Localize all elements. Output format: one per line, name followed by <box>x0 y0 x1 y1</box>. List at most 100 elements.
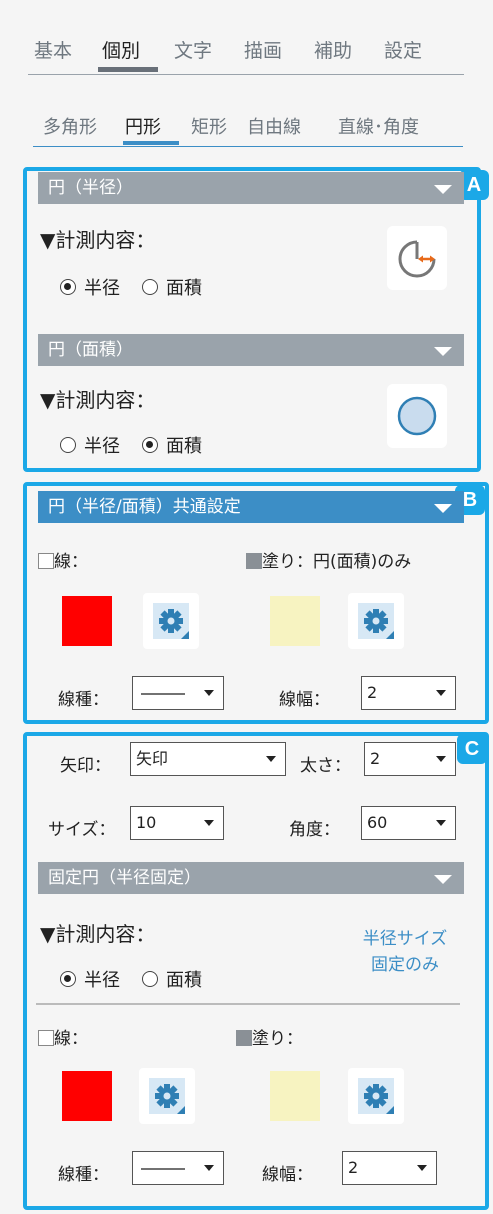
line-option[interactable]: 線： <box>38 547 88 572</box>
main-tab-bar: 基本 個別 文字 描画 補助 設定 <box>28 30 464 75</box>
fixed-line-width-label: 線幅： <box>262 1165 313 1185</box>
note-line-1: 半径サイズ <box>362 929 448 949</box>
gear-icon <box>358 1078 394 1114</box>
circle-radius-icon[interactable] <box>387 226 447 290</box>
subtab-polygon[interactable]: 多角形 <box>43 113 97 139</box>
thickness-label: 太さ： <box>300 756 351 776</box>
size-label: サイズ： <box>48 820 116 840</box>
chevron-down-icon <box>266 756 276 762</box>
radio-radius-selected[interactable] <box>60 971 76 987</box>
line-label: 線： <box>54 1029 88 1049</box>
fixed-circle-title: 固定円（半径固定） <box>48 868 201 888</box>
angle-value: 60 <box>367 813 388 832</box>
area-measure-options: 半径 面積 <box>60 432 202 458</box>
line-width-label: 線幅： <box>279 690 330 710</box>
radio-label-radius: 半径 <box>84 278 120 299</box>
area-measure-title: ▼計測内容： <box>40 388 156 412</box>
radius-panel-header[interactable]: 円（半径） <box>38 172 464 204</box>
tab-settings[interactable]: 設定 <box>384 36 422 63</box>
radio-radius-selected[interactable] <box>60 279 76 295</box>
radio-area-selected[interactable] <box>142 437 158 453</box>
fill-settings-button[interactable] <box>348 593 404 649</box>
line-width-dropdown[interactable]: 2 <box>361 676 456 710</box>
line-checkbox[interactable] <box>38 1030 54 1046</box>
line-type-dropdown[interactable] <box>132 676 224 710</box>
subtab-circle[interactable]: 円形 <box>125 113 161 139</box>
fill-checkbox[interactable] <box>246 553 262 569</box>
area-panel-header[interactable]: 円（面積） <box>38 334 464 366</box>
arrow-value: 矢印 <box>136 749 169 768</box>
chevron-down-icon <box>417 1165 427 1171</box>
tab-text[interactable]: 文字 <box>174 36 212 63</box>
collapse-caret-icon <box>434 504 452 513</box>
line-label: 線： <box>54 552 88 572</box>
fixed-line-option[interactable]: 線： <box>38 1024 88 1049</box>
area-panel-title: 円（面積） <box>48 340 133 360</box>
radius-measure-title: ▼計測内容： <box>40 228 156 252</box>
gear-icon <box>153 603 189 639</box>
fixed-circle-header[interactable]: 固定円（半径固定） <box>38 862 464 894</box>
line-type-label: 線種： <box>58 690 109 710</box>
radio-label-area: 面積 <box>166 278 202 299</box>
note-line-2: 固定のみ <box>371 955 439 975</box>
fixed-line-color-swatch[interactable] <box>62 1071 112 1121</box>
fixed-line-settings-button[interactable] <box>139 1068 195 1124</box>
chevron-down-icon <box>436 756 446 762</box>
chevron-down-icon <box>204 820 214 826</box>
size-value: 10 <box>136 813 157 832</box>
divider <box>36 1003 460 1005</box>
tab-draw[interactable]: 描画 <box>244 36 282 63</box>
line-color-swatch[interactable] <box>62 596 112 646</box>
fixed-measure-options: 半径 面積 <box>60 966 202 992</box>
fixed-measure-title: ▼計測内容： <box>40 922 156 946</box>
fixed-line-type-label: 線種： <box>58 1165 109 1185</box>
subtab-line-angle[interactable]: 直線･角度 <box>338 113 419 139</box>
angle-label: 角度： <box>289 820 340 840</box>
chevron-down-icon <box>436 690 446 696</box>
subtab-freeline[interactable]: 自由線 <box>247 113 301 139</box>
radio-radius[interactable] <box>60 437 76 453</box>
fixed-fill-settings-button[interactable] <box>348 1068 404 1124</box>
radio-label-area: 面積 <box>166 436 202 457</box>
section-c-badge: C <box>457 734 487 764</box>
fill-checkbox[interactable] <box>236 1030 252 1046</box>
fill-option[interactable]: 塗り：円(面積)のみ <box>246 547 411 572</box>
common-settings-title: 円（半径/面積）共通設定 <box>48 497 241 517</box>
gear-icon <box>149 1078 185 1114</box>
arrow-dropdown[interactable]: 矢印 <box>130 742 286 776</box>
common-settings-header[interactable]: 円（半径/面積）共通設定 <box>38 491 464 523</box>
radio-label-radius: 半径 <box>84 970 120 991</box>
fixed-line-width-value: 2 <box>348 1158 359 1177</box>
collapse-caret-icon <box>434 185 452 194</box>
radio-label-radius: 半径 <box>84 436 120 457</box>
arrow-label: 矢印： <box>60 756 111 776</box>
fixed-line-width-dropdown[interactable]: 2 <box>342 1151 437 1185</box>
fixed-fill-color-swatch[interactable] <box>270 1071 320 1121</box>
angle-dropdown[interactable]: 60 <box>361 806 456 840</box>
line-settings-button[interactable] <box>143 593 199 649</box>
tab-assist[interactable]: 補助 <box>314 36 352 63</box>
fixed-line-type-dropdown[interactable] <box>132 1151 224 1185</box>
tab-basic[interactable]: 基本 <box>34 36 72 63</box>
chevron-down-icon <box>436 820 446 826</box>
radio-area[interactable] <box>142 971 158 987</box>
circle-area-icon[interactable] <box>387 384 447 448</box>
line-checkbox[interactable] <box>38 553 54 569</box>
subtab-rectangle[interactable]: 矩形 <box>191 113 227 139</box>
thickness-value: 2 <box>370 749 381 768</box>
fixed-fill-option[interactable]: 塗り： <box>236 1024 303 1049</box>
tab-individual[interactable]: 個別 <box>102 36 140 63</box>
fill-color-swatch[interactable] <box>270 596 320 646</box>
chevron-down-icon <box>204 1165 214 1171</box>
radio-area[interactable] <box>142 279 158 295</box>
size-dropdown[interactable]: 10 <box>130 806 224 840</box>
fill-label: 塗り： <box>252 1029 303 1049</box>
line-width-value: 2 <box>367 683 378 702</box>
thickness-dropdown[interactable]: 2 <box>364 742 456 776</box>
radius-fixed-note: 半径サイズ 固定のみ <box>350 926 460 978</box>
collapse-caret-icon <box>434 347 452 356</box>
sub-tab-bar: 多角形 円形 矩形 自由線 直線･角度 <box>33 108 463 147</box>
active-subtab-indicator <box>123 141 179 145</box>
radius-measure-options: 半径 面積 <box>60 274 202 300</box>
fill-label: 塗り：円(面積)のみ <box>262 552 412 572</box>
